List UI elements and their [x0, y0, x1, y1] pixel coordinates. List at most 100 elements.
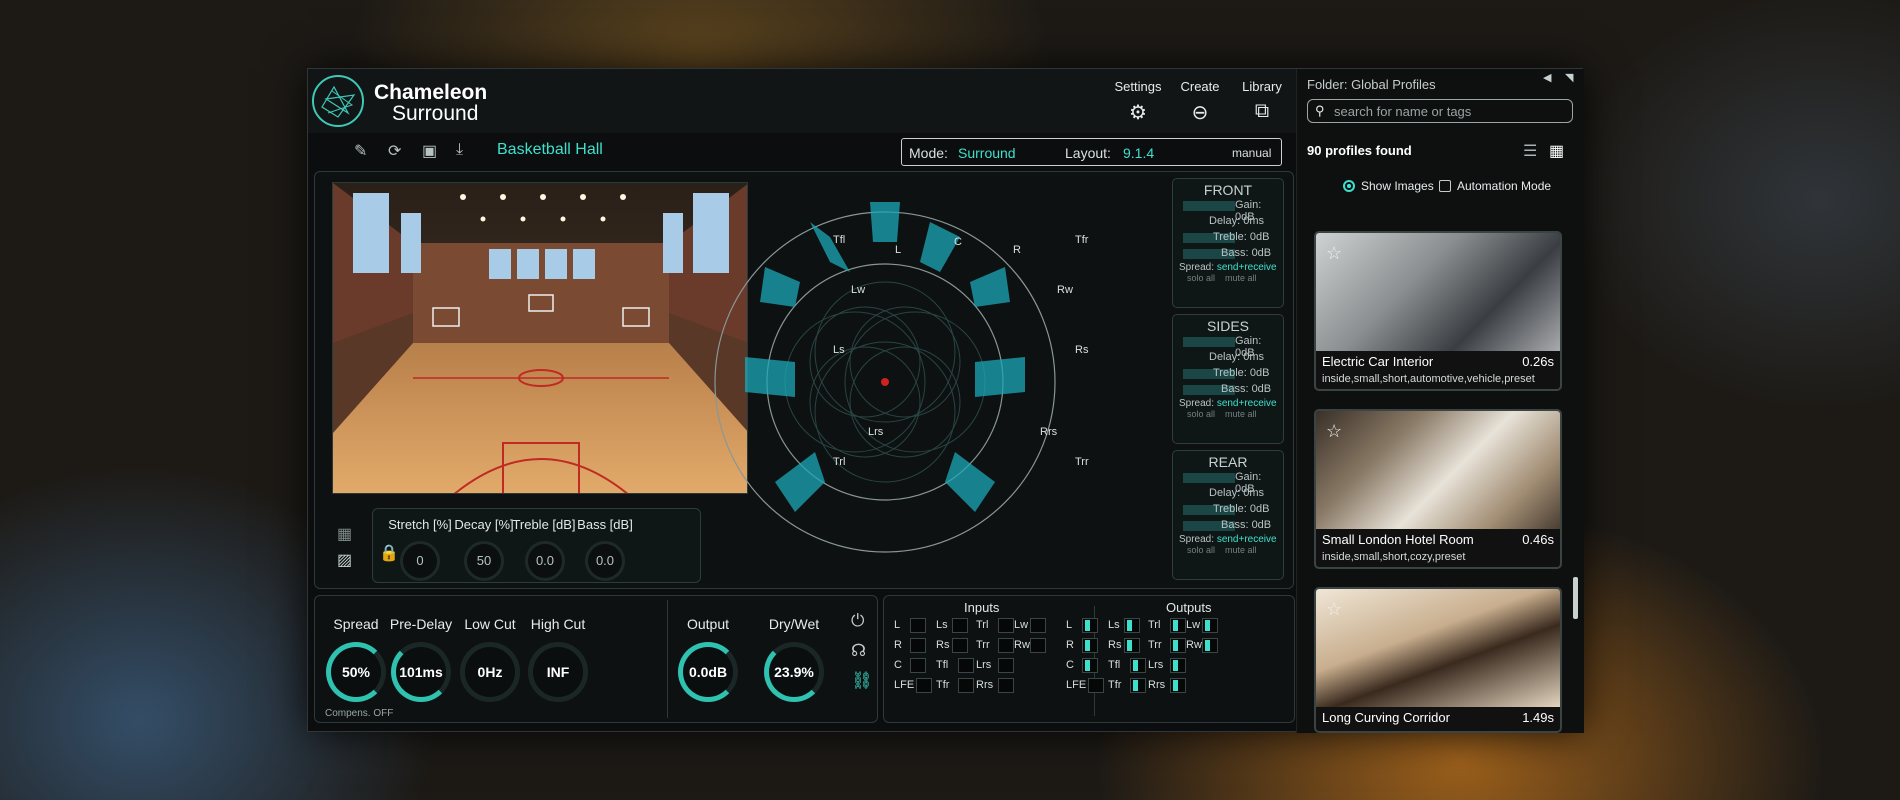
mode-value[interactable]: Surround — [958, 145, 1016, 161]
out-channel-toggle[interactable] — [1170, 658, 1186, 673]
treble-value[interactable]: Treble: 0dB — [1213, 503, 1269, 515]
power-icon[interactable]: ⏻ — [851, 606, 873, 636]
in-channel-toggle[interactable] — [952, 638, 968, 653]
spread-value[interactable]: send+receive — [1217, 534, 1277, 545]
mute-all-button[interactable]: mute all — [1225, 545, 1257, 555]
profile-card[interactable]: ☆ Long Curving Corridor 1.49s — [1314, 587, 1562, 733]
library-button[interactable]: Library ⧉ — [1232, 79, 1292, 123]
out-channel-toggle[interactable] — [1082, 618, 1098, 633]
out-channel-label: Trr — [1148, 639, 1162, 651]
in-channel-toggle[interactable] — [998, 638, 1014, 653]
delay-value[interactable]: Delay: 0ms — [1209, 351, 1264, 363]
in-channel-toggle[interactable] — [1030, 638, 1046, 653]
mute-all-button[interactable]: mute all — [1225, 409, 1257, 419]
in-channel-toggle[interactable] — [916, 678, 932, 693]
layout-value[interactable]: 9.1.4 — [1123, 145, 1154, 161]
treble-knob[interactable]: 0.0 — [525, 541, 565, 581]
out-channel-toggle[interactable] — [1130, 678, 1146, 693]
spread-value[interactable]: send+receive — [1217, 398, 1277, 409]
in-channel-toggle[interactable] — [910, 658, 926, 673]
out-channel-toggle[interactable] — [1124, 618, 1140, 633]
speaker-tfr[interactable]: Tfr — [1075, 234, 1088, 246]
out-channel-toggle[interactable] — [1170, 638, 1186, 653]
in-channel-toggle[interactable] — [958, 658, 974, 673]
solo-all-button[interactable]: solo all — [1187, 273, 1215, 283]
download-icon[interactable]: ⤓ — [456, 141, 463, 159]
pencil-icon[interactable]: ✎ — [354, 141, 367, 161]
in-channel-toggle[interactable] — [958, 678, 974, 693]
star-icon[interactable]: ☆ — [1326, 421, 1342, 442]
chart-icon[interactable]: ▦ — [337, 524, 352, 544]
predelay-knob[interactable]: 101ms — [391, 642, 451, 702]
in-channel-toggle[interactable] — [998, 678, 1014, 693]
in-channel-toggle[interactable] — [910, 618, 926, 633]
in-channel-toggle[interactable] — [910, 638, 926, 653]
create-button[interactable]: Create ⊖ — [1170, 79, 1230, 125]
profile-card[interactable]: ☆ Small London Hotel Room 0.46s inside,s… — [1314, 409, 1562, 569]
mute-all-button[interactable]: mute all — [1225, 273, 1257, 283]
star-icon[interactable]: ☆ — [1326, 599, 1342, 620]
spread-value[interactable]: send+receive — [1217, 262, 1277, 273]
delay-value[interactable]: Delay: 0ms — [1209, 215, 1264, 227]
manual-label[interactable]: manual — [1232, 146, 1271, 160]
spread-knob[interactable]: 50% — [326, 642, 386, 702]
bass-value[interactable]: Bass: 0dB — [1221, 519, 1271, 531]
in-channel-label: Lrs — [976, 659, 992, 671]
compensation-status[interactable]: Compens. OFF — [325, 708, 393, 719]
out-channel-toggle[interactable] — [1082, 638, 1098, 653]
out-channel-toggle[interactable] — [1202, 618, 1218, 633]
profile-card[interactable]: ☆ Electric Car Interior 0.26s inside,sma… — [1314, 231, 1562, 391]
mode-layout-box[interactable]: Mode: Surround Layout: 9.1.4 manual — [901, 138, 1282, 166]
solo-all-button[interactable]: solo all — [1187, 545, 1215, 555]
show-images-toggle[interactable]: Show Images — [1343, 179, 1434, 193]
in-channel-toggle[interactable] — [952, 618, 968, 633]
speaker-rs[interactable]: Rs — [1075, 344, 1088, 356]
drywet-knob[interactable]: 23.9% — [764, 642, 824, 702]
save-icon[interactable]: ▣ — [422, 141, 437, 161]
settings-button[interactable]: Settings ⚙ — [1108, 79, 1168, 125]
corner-icon[interactable]: ◥ — [1565, 71, 1573, 84]
lowcut-knob[interactable]: 0Hz — [460, 642, 520, 702]
solo-all-button[interactable]: solo all — [1187, 409, 1215, 419]
side-buttons: ⏻ ☊ ⛓ — [851, 606, 873, 696]
refresh-icon[interactable]: ⟳ — [388, 141, 401, 161]
out-channel-toggle[interactable] — [1202, 638, 1218, 653]
scrollbar[interactable] — [1573, 577, 1578, 619]
out-channel-toggle[interactable] — [1170, 678, 1186, 693]
out-channel-toggle[interactable] — [1124, 638, 1140, 653]
out-channel-label: C — [1066, 659, 1074, 671]
bass-value[interactable]: Bass: 0dB — [1221, 383, 1271, 395]
list-view-icon[interactable]: ☰ — [1523, 141, 1537, 161]
out-channel-toggle[interactable] — [1088, 678, 1104, 693]
grid-view-icon[interactable]: ▦ — [1549, 141, 1564, 161]
speaker-field[interactable] — [705, 182, 1065, 582]
delay-value[interactable]: Delay: 0ms — [1209, 487, 1264, 499]
out-channel-label: Tfl — [1108, 659, 1121, 671]
speaker-trr[interactable]: Trr — [1075, 456, 1089, 468]
ear-icon[interactable]: ☊ — [851, 636, 873, 666]
stretch-knob[interactable]: 0 — [400, 541, 440, 581]
highcut-knob[interactable]: INF — [528, 642, 588, 702]
out-channel-toggle[interactable] — [1170, 618, 1186, 633]
star-icon[interactable]: ☆ — [1326, 243, 1342, 264]
out-channel-toggle[interactable] — [1082, 658, 1098, 673]
in-channel-label: Tfl — [936, 659, 949, 671]
collapse-icon[interactable]: ◀ — [1543, 71, 1551, 84]
treble-value[interactable]: Treble: 0dB — [1213, 367, 1269, 379]
in-channel-toggle[interactable] — [998, 658, 1014, 673]
decay-knob[interactable]: 50 — [464, 541, 504, 581]
folder-label[interactable]: Folder: Global Profiles — [1307, 77, 1436, 92]
output-knob[interactable]: 0.0dB — [678, 642, 738, 702]
in-channel-toggle[interactable] — [998, 618, 1014, 633]
automation-mode-toggle[interactable]: Automation Mode — [1439, 179, 1551, 193]
lock-icon[interactable]: 🔒 — [379, 543, 399, 563]
bass-knob[interactable]: 0.0 — [585, 541, 625, 581]
link-icon[interactable]: ⛓ — [851, 666, 873, 696]
treble-value[interactable]: Treble: 0dB — [1213, 231, 1269, 243]
search-input[interactable]: ⚲ search for name or tags — [1307, 99, 1573, 123]
preset-name[interactable]: Basketball Hall — [497, 141, 603, 159]
out-channel-toggle[interactable] — [1130, 658, 1146, 673]
image-icon[interactable]: ▨ — [337, 550, 352, 570]
bass-value[interactable]: Bass: 0dB — [1221, 247, 1271, 259]
in-channel-toggle[interactable] — [1030, 618, 1046, 633]
